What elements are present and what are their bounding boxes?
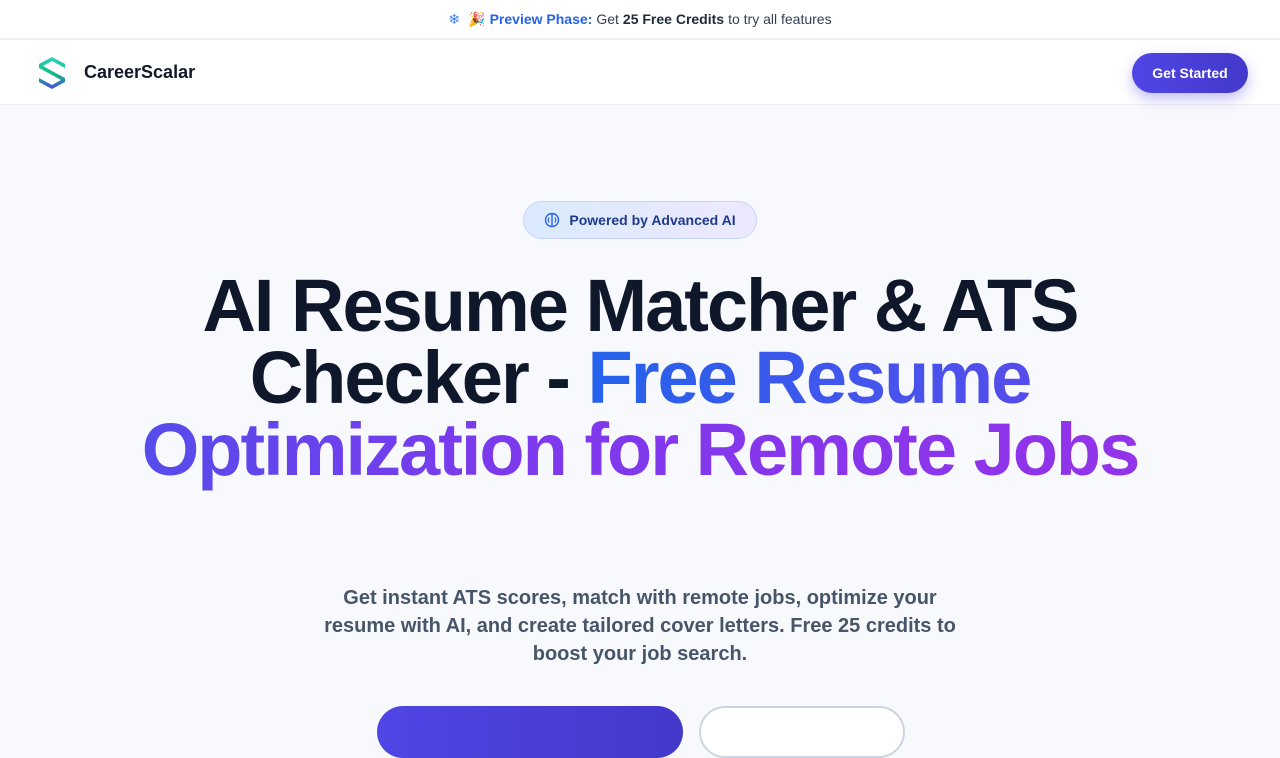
hero-title: AI Resume Matcher & ATS Checker - Free R… — [140, 269, 1141, 487]
preview-phase-label: Preview Phase: — [489, 11, 593, 27]
announcement-banner: ❄ 🎉 Preview Phase: Get 25 Free Credits t… — [0, 0, 1280, 40]
party-popper-icon: 🎉 — [468, 10, 486, 27]
hero-subtitle: Get instant ATS scores, match with remot… — [324, 587, 956, 665]
badge-label: Powered by Advanced AI — [569, 212, 736, 228]
hero-title-line1: AI Resume Matcher & ATS — [202, 264, 1079, 347]
hero-title-line2: Checker - — [249, 336, 571, 419]
careerscalar-logo-icon[interactable] — [38, 56, 66, 90]
banner-text-after: to try all features — [728, 11, 832, 27]
top-navbar: CareerScalar Get Started — [0, 40, 1280, 105]
sparkle-icon: ❄ — [448, 10, 461, 27]
free-credits-label: 25 Free Credits — [622, 11, 725, 27]
secondary-cta-button[interactable] — [699, 706, 905, 758]
powered-by-ai-badge: Powered by Advanced AI — [523, 201, 757, 239]
banner-text-before: Get — [596, 11, 619, 27]
brain-icon — [545, 212, 560, 228]
brand-name[interactable]: CareerScalar — [84, 62, 195, 83]
get-started-button[interactable]: Get Started — [1132, 53, 1248, 93]
primary-cta-button[interactable] — [377, 706, 683, 758]
